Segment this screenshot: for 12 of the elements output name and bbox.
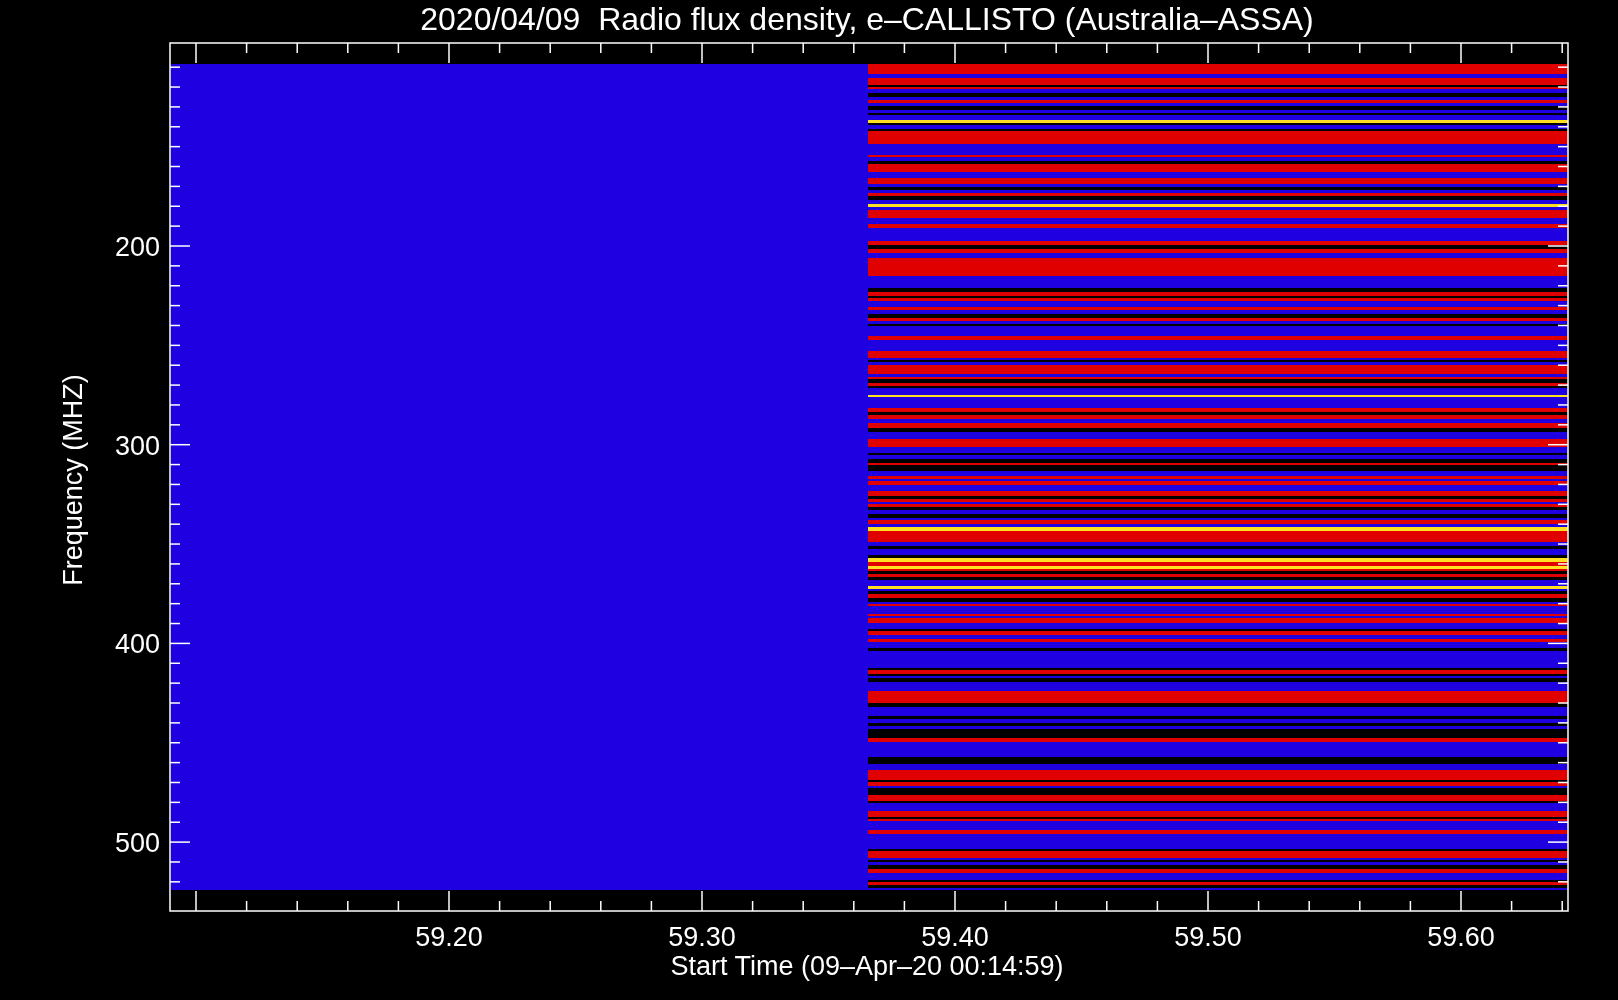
y-axis-label: Frequency (MHZ): [58, 374, 88, 586]
x-axis-label: Start Time (09–Apr–20 00:14:59): [670, 951, 1064, 981]
x-tick-label: 59.50: [1174, 922, 1242, 952]
x-tick-label: 59.30: [668, 922, 736, 952]
chart-title: 2020/04/09 Radio flux density, e–CALLISTO (Australia–ASSA): [420, 1, 1314, 37]
y-tick-label: 500: [114, 828, 160, 859]
y-tick-label: 200: [114, 232, 160, 262]
x-tick-label: 59.40: [921, 922, 989, 952]
x-tick-label: 59.60: [1427, 922, 1495, 952]
x-tick-label: 59.20: [415, 922, 483, 952]
y-tick-label: 400: [114, 629, 160, 660]
y-tick-label: 300: [114, 430, 160, 461]
